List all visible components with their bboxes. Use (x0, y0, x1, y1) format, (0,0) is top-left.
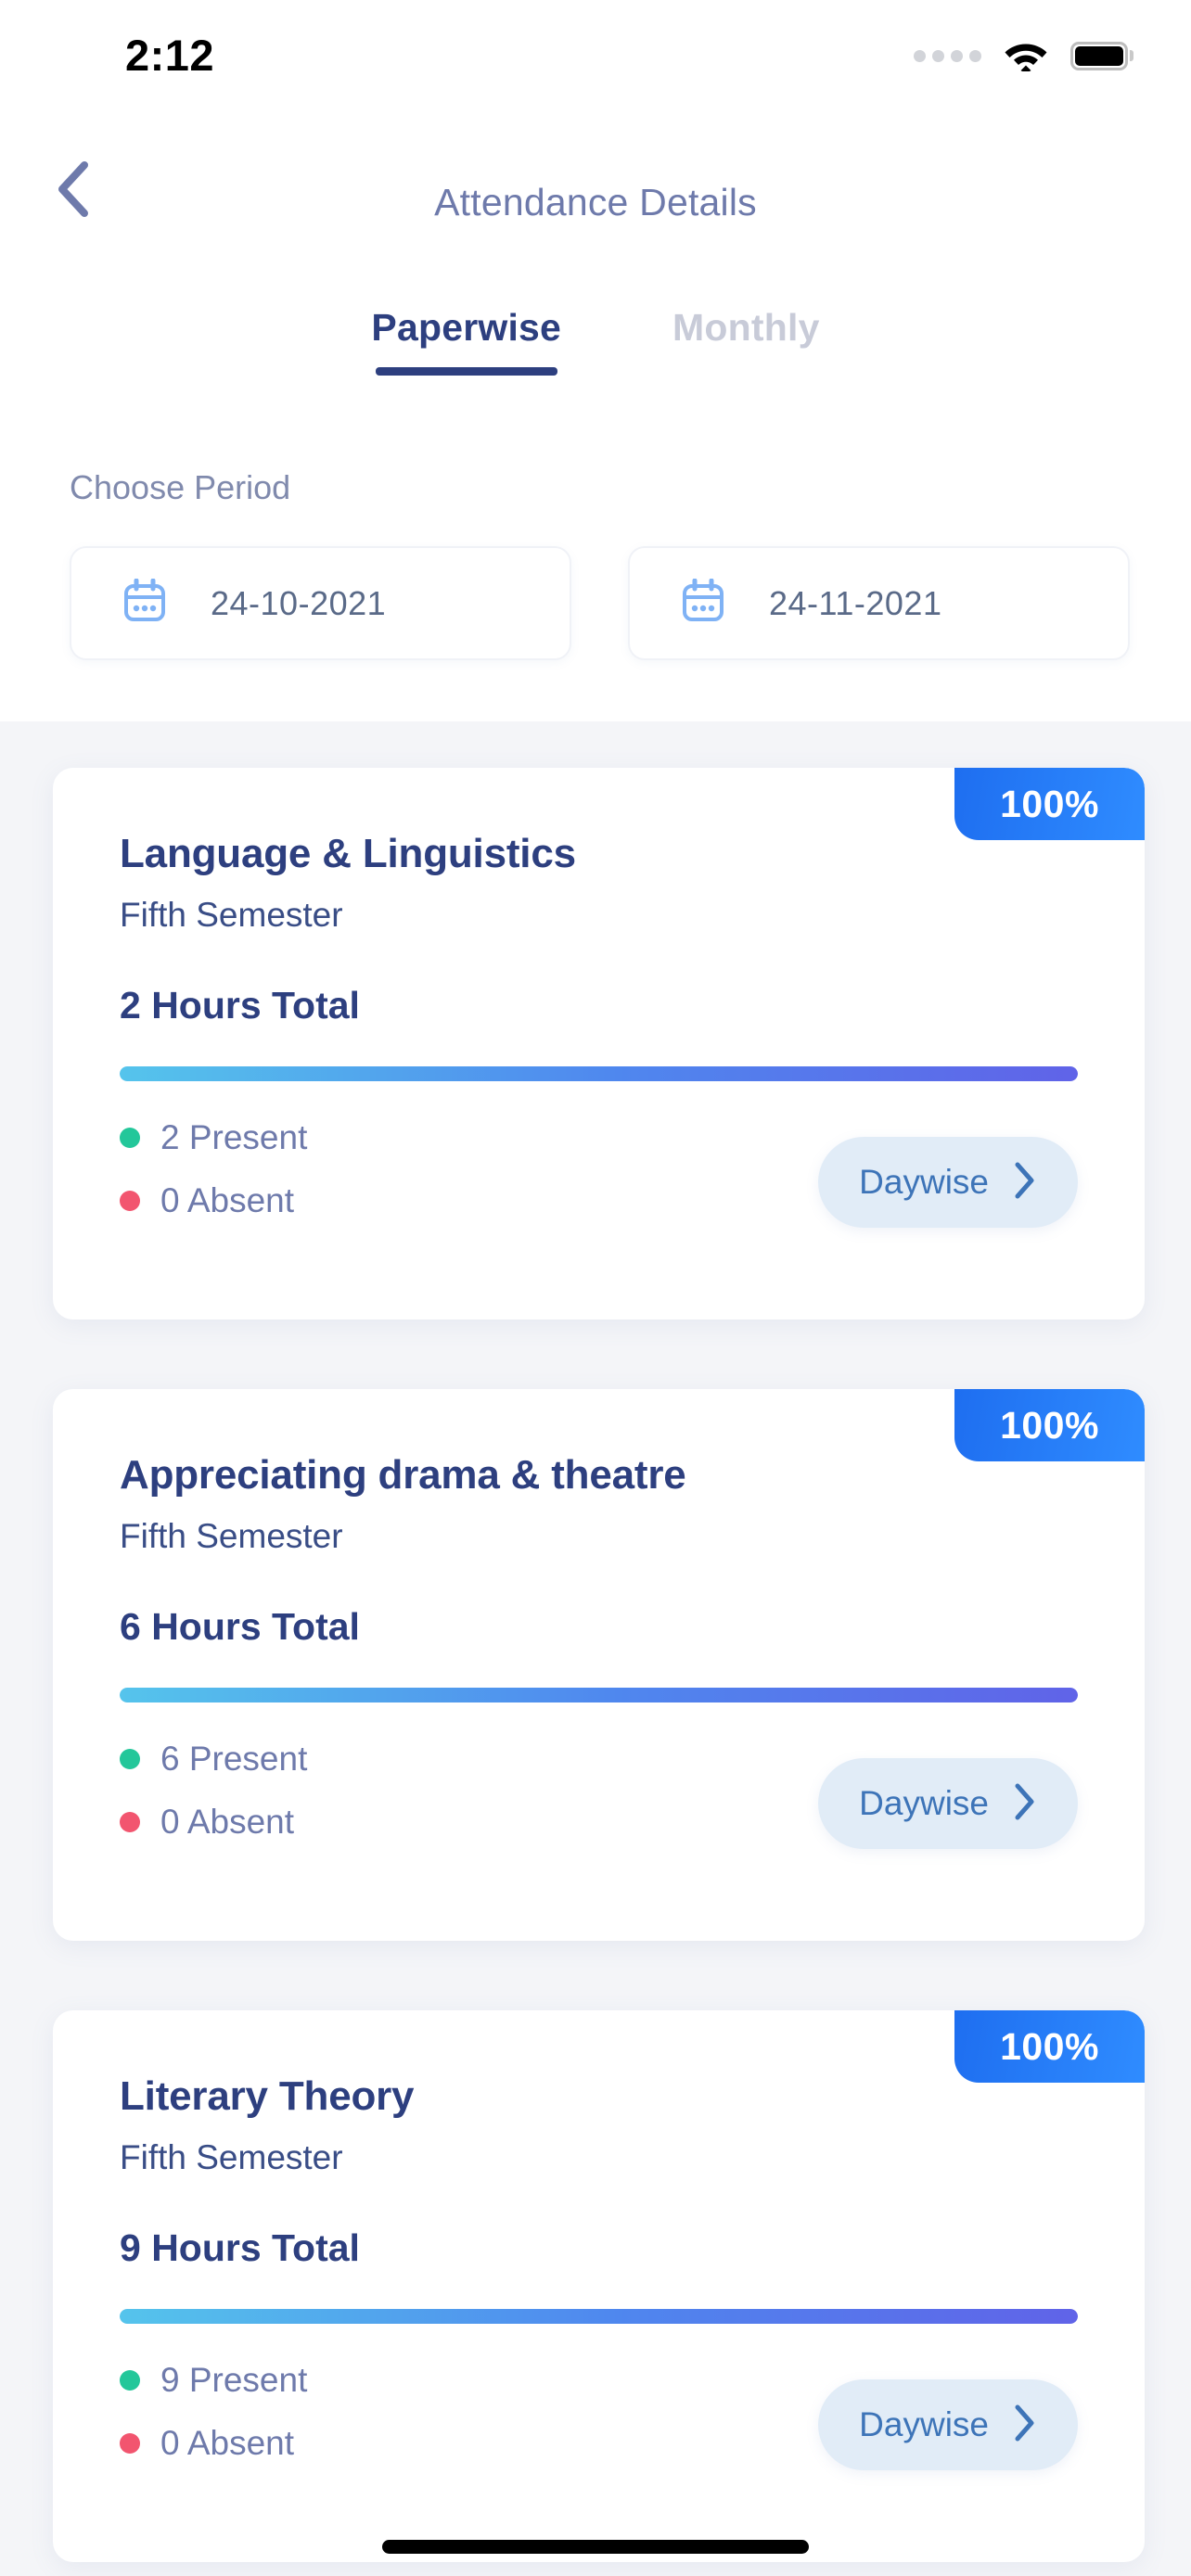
attendance-card-body: Appreciating drama & theatre Fifth Semest… (53, 1389, 1145, 1879)
date-to-value: 24-11-2021 (769, 583, 942, 622)
course-title: Literary Theory (120, 2073, 415, 2119)
tab-monthly[interactable]: Monthly (617, 306, 876, 376)
absent-stat: 0 Absent (120, 1803, 307, 1842)
choose-period-label: Choose Period (70, 468, 291, 506)
attendance-details-screen: 2:12 Attendance Details Paperwise Monthl… (0, 0, 1191, 2576)
attendance-progress-fill (120, 1688, 1078, 1703)
wifi-icon (1002, 36, 1050, 76)
signal-dots-icon (914, 49, 981, 62)
attendance-card[interactable]: 100% Appreciating drama & theatre Fifth Se… (53, 1389, 1145, 1941)
absent-count-label: 0 Absent (160, 1803, 295, 1842)
attendance-counts: 6 Present 0 Absent (120, 1740, 307, 1842)
absent-dot-icon (120, 1812, 140, 1833)
attendance-counts: 2 Present 0 Absent (120, 1118, 307, 1220)
date-field-from[interactable]: 24-10-2021 (70, 546, 571, 660)
attendance-card[interactable]: 100% Literary Theory Fifth Semester 9 Hours… (53, 2010, 1145, 2562)
daywise-button[interactable]: Daywise (818, 1758, 1078, 1850)
present-dot-icon (120, 1749, 140, 1770)
total-hours: 6 Hours Total (120, 1605, 360, 1649)
attendance-stats-row: 9 Present 0 Absent Daywise (120, 2361, 1078, 2500)
date-field-to[interactable]: 24-11-2021 (628, 546, 1130, 660)
daywise-button-label: Daywise (859, 2405, 989, 2444)
daywise-button-label: Daywise (859, 1784, 989, 1823)
course-semester: Fifth Semester (120, 896, 343, 935)
present-count-label: 6 Present (160, 1740, 308, 1779)
daywise-button[interactable]: Daywise (818, 2379, 1078, 2471)
absent-count-label: 0 Absent (160, 1181, 295, 1220)
date-range-row: 24-10-2021 24-11-2021 (70, 546, 1191, 660)
home-indicator[interactable] (382, 2540, 809, 2554)
present-stat: 6 Present (120, 1740, 307, 1779)
status-bar-time: 2:12 (125, 30, 215, 80)
date-from-value: 24-10-2021 (211, 583, 387, 622)
page-title: Attendance Details (434, 180, 757, 223)
attendance-progress-fill (120, 2309, 1078, 2325)
status-bar: 2:12 (0, 0, 1191, 93)
attendance-counts: 9 Present 0 Absent (120, 2361, 307, 2463)
chevron-right-icon (1013, 2404, 1037, 2447)
absent-stat: 0 Absent (120, 1181, 307, 1220)
attendance-stats-row: 6 Present 0 Absent Daywise (120, 1740, 1078, 1879)
attendance-percent-badge: 100% (954, 2010, 1145, 2083)
status-bar-indicators (914, 36, 1133, 76)
navigation-bar: Attendance Details (0, 156, 1191, 249)
total-hours: 2 Hours Total (120, 984, 360, 1027)
attendance-card-body: Literary Theory Fifth Semester 9 Hours Tot… (53, 2010, 1145, 2500)
present-dot-icon (120, 1128, 140, 1149)
attendance-progress-bar (120, 2309, 1078, 2325)
total-hours: 9 Hours Total (120, 2226, 360, 2270)
absent-dot-icon (120, 1191, 140, 1212)
tab-bar: Paperwise Monthly (0, 306, 1191, 376)
attendance-card-body: Language & Linguistics Fifth Semester 2 Ho… (53, 768, 1145, 1257)
attendance-progress-fill (120, 1066, 1078, 1082)
tab-paperwise-label: Paperwise (371, 306, 562, 349)
back-button[interactable] (37, 154, 111, 228)
present-dot-icon (120, 2370, 140, 2391)
attendance-stats-row: 2 Present 0 Absent Daywise (120, 1118, 1078, 1257)
attendance-percent-badge: 100% (954, 768, 1145, 840)
tab-monthly-label: Monthly (672, 306, 820, 349)
battery-full-icon (1070, 41, 1133, 70)
present-count-label: 2 Present (160, 1118, 308, 1157)
attendance-progress-bar (120, 1066, 1078, 1082)
present-stat: 9 Present (120, 2361, 307, 2400)
tab-paperwise[interactable]: Paperwise (315, 306, 617, 376)
chevron-right-icon (1013, 1782, 1037, 1826)
absent-dot-icon (120, 2433, 140, 2455)
calendar-icon (123, 578, 166, 628)
tab-active-underline (375, 367, 557, 376)
attendance-card[interactable]: 100% Language & Linguistics Fifth Semester… (53, 768, 1145, 1320)
chevron-right-icon (1013, 1161, 1037, 1205)
present-count-label: 9 Present (160, 2361, 308, 2400)
present-stat: 2 Present (120, 1118, 307, 1157)
course-semester: Fifth Semester (120, 1517, 343, 1556)
absent-stat: 0 Absent (120, 2424, 307, 2463)
attendance-progress-bar (120, 1688, 1078, 1703)
course-semester: Fifth Semester (120, 2138, 343, 2177)
chevron-left-icon (55, 159, 94, 223)
absent-count-label: 0 Absent (160, 2424, 295, 2463)
course-title: Language & Linguistics (120, 831, 576, 876)
calendar-icon (682, 578, 724, 628)
daywise-button-label: Daywise (859, 1163, 989, 1202)
daywise-button[interactable]: Daywise (818, 1137, 1078, 1229)
course-title: Appreciating drama & theatre (120, 1452, 686, 1498)
attendance-percent-badge: 100% (954, 1389, 1145, 1461)
